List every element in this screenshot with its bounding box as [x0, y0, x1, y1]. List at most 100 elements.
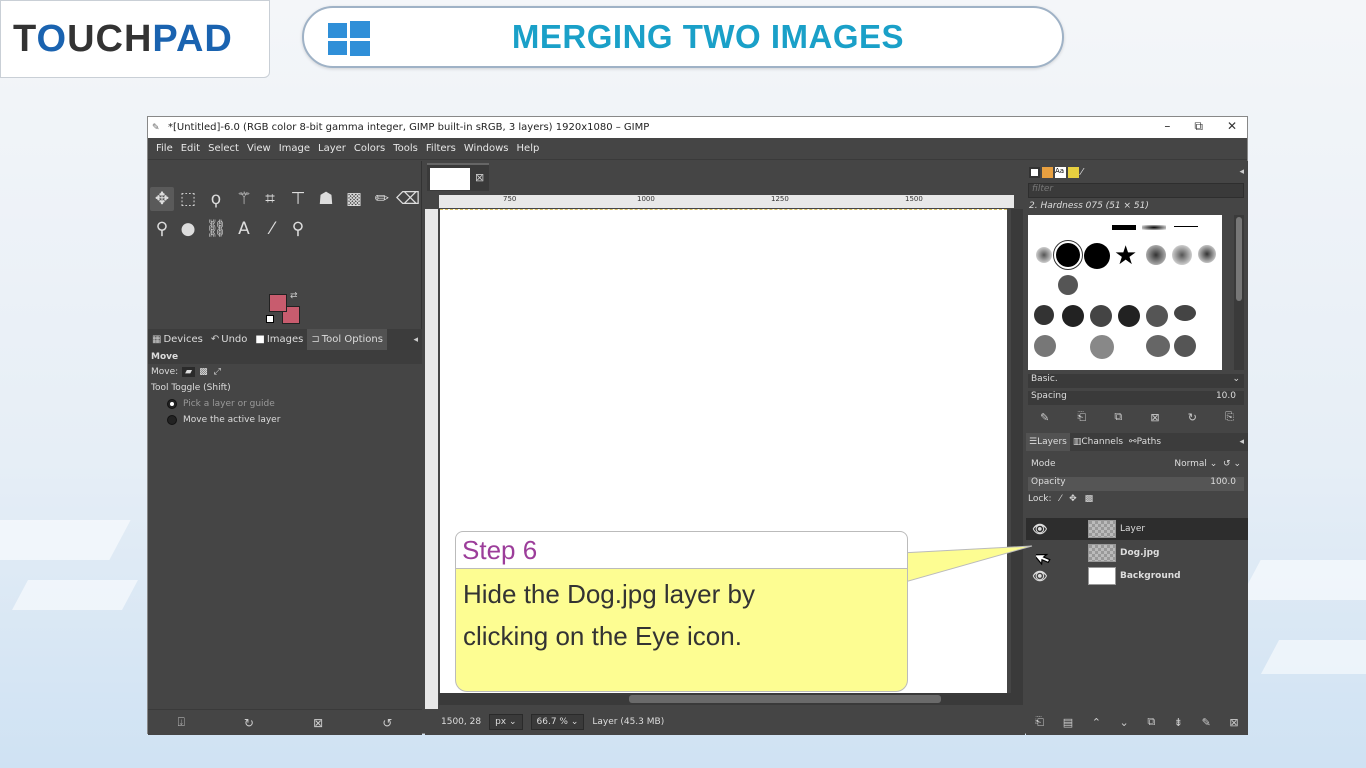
brush-swatch[interactable]: [1198, 245, 1216, 263]
tab-layers[interactable]: ☰ Layers: [1026, 433, 1070, 451]
foreground-color[interactable]: [269, 294, 287, 312]
text-tool-icon[interactable]: A: [232, 217, 256, 241]
radio-pick-layer[interactable]: [167, 399, 177, 409]
brush-swatch[interactable]: [1118, 305, 1140, 327]
brush-star-icon[interactable]: ★: [1114, 241, 1137, 271]
unit-select[interactable]: px ⌄: [489, 714, 523, 730]
crop-tool-icon[interactable]: ⌗: [258, 187, 282, 211]
new-group-icon[interactable]: ▤: [1063, 716, 1073, 729]
menu-select[interactable]: Select: [204, 143, 243, 154]
merge-layer-icon[interactable]: ⇟: [1174, 716, 1183, 729]
lock-position-icon[interactable]: ✥: [1069, 494, 1077, 504]
menu-file[interactable]: File: [152, 143, 177, 154]
horizontal-scrollbar[interactable]: [439, 693, 1011, 705]
save-options-icon[interactable]: ⍗: [178, 715, 185, 730]
dynamics-tab-icon[interactable]: ⁄: [1081, 167, 1083, 178]
paintbrush-tool-icon[interactable]: ✏: [370, 187, 394, 211]
move-tool-icon[interactable]: ✥: [150, 187, 174, 211]
brush-filter-input[interactable]: filter: [1028, 183, 1244, 198]
lock-alpha-icon[interactable]: ▩: [1085, 494, 1094, 504]
dock-menu-icon[interactable]: ◂: [1239, 167, 1244, 177]
tab-undo[interactable]: ↶ Undo: [207, 329, 252, 350]
menu-edit[interactable]: Edit: [177, 143, 204, 154]
brush-scroll-thumb[interactable]: [1236, 217, 1242, 301]
minimize-button[interactable]: –: [1164, 119, 1170, 134]
delete-brush-icon[interactable]: ⊠: [1150, 411, 1159, 424]
move-active-layer-option[interactable]: Move the active layer: [148, 412, 422, 428]
eye-icon[interactable]: 👁: [1026, 569, 1054, 583]
clone-tool-icon[interactable]: ⚲: [150, 217, 174, 241]
image-tab[interactable]: ⊠: [427, 163, 489, 191]
brush-swatch[interactable]: [1174, 305, 1196, 321]
edit-brush-icon[interactable]: ✎: [1040, 411, 1049, 424]
menu-windows[interactable]: Windows: [460, 143, 513, 154]
delete-options-icon[interactable]: ⊠: [313, 716, 323, 730]
tab-paths[interactable]: ⚯ Paths: [1126, 433, 1164, 451]
brush-swatch[interactable]: [1036, 247, 1052, 263]
document-history-icon[interactable]: [1068, 166, 1079, 178]
brush-swatch[interactable]: [1090, 305, 1112, 327]
raise-layer-icon[interactable]: ⌃: [1092, 716, 1101, 729]
eye-icon[interactable]: 👁: [1026, 522, 1054, 536]
lock-pixels-icon[interactable]: ⁄: [1060, 494, 1062, 504]
menu-colors[interactable]: Colors: [350, 143, 389, 154]
brush-swatch[interactable]: [1062, 305, 1084, 327]
transform-tool-icon[interactable]: ⊤: [286, 187, 310, 211]
move-layer-icon[interactable]: ▰: [182, 367, 196, 377]
menu-view[interactable]: View: [243, 143, 275, 154]
scroll-thumb[interactable]: [629, 695, 941, 703]
warp-tool-icon[interactable]: ☗: [314, 187, 338, 211]
zoom-tool-icon[interactable]: ⚲: [286, 217, 310, 241]
mode-select[interactable]: Normal ⌄ ↺ ⌄: [1174, 459, 1241, 469]
move-selection-icon[interactable]: ▩: [199, 367, 208, 377]
new-layer-icon[interactable]: ⎗: [1035, 715, 1044, 729]
fuzzy-select-tool-icon[interactable]: ⚚: [232, 187, 256, 211]
brush-line-swatch[interactable]: [1174, 226, 1198, 227]
brush-swatch[interactable]: [1174, 335, 1196, 357]
gradient-tool-icon[interactable]: ▩: [342, 187, 366, 211]
move-path-icon[interactable]: ⤢: [214, 367, 221, 377]
eraser-tool-icon[interactable]: ⌫: [396, 187, 420, 211]
open-brush-icon[interactable]: ⎘: [1225, 410, 1234, 424]
delete-layer-icon[interactable]: ⊠: [1229, 716, 1238, 729]
dock-menu-icon[interactable]: ◂: [1239, 437, 1244, 447]
brush-swatch[interactable]: [1146, 245, 1166, 265]
brush-swatch[interactable]: [1058, 275, 1078, 295]
tab-images[interactable]: ■ Images: [251, 329, 307, 350]
brush-line-swatch[interactable]: [1142, 225, 1166, 230]
paths-tool-icon[interactable]: ⛓: [204, 217, 228, 241]
default-colors-icon[interactable]: [266, 315, 274, 323]
refresh-brushes-icon[interactable]: ↻: [1188, 411, 1197, 424]
restore-button[interactable]: ⧉: [1194, 119, 1203, 134]
duplicate-layer-icon[interactable]: ⧉: [1147, 715, 1155, 729]
duplicate-brush-icon[interactable]: ⧉: [1114, 410, 1122, 424]
spacing-slider[interactable]: Spacing 10.0: [1028, 391, 1244, 405]
radio-move-active[interactable]: [167, 415, 177, 425]
opacity-slider[interactable]: Opacity 100.0: [1028, 477, 1244, 491]
fonts-tab-icon[interactable]: Aa: [1055, 166, 1066, 178]
dock-menu-icon[interactable]: ◂: [413, 335, 418, 345]
tab-channels[interactable]: ▥ Channels: [1070, 433, 1126, 451]
brushes-tab-icon[interactable]: [1029, 166, 1040, 178]
brush-swatch[interactable]: [1146, 305, 1168, 327]
tab-tool-options[interactable]: ⊐ Tool Options: [307, 329, 387, 350]
close-button[interactable]: ✕: [1227, 119, 1237, 134]
patterns-tab-icon[interactable]: [1042, 166, 1053, 178]
tab-devices[interactable]: ▦ Devices: [148, 329, 207, 350]
menu-layer[interactable]: Layer: [314, 143, 350, 154]
new-brush-icon[interactable]: ⎗: [1077, 410, 1086, 424]
color-swatches[interactable]: ⇄: [266, 291, 306, 331]
brush-scrollbar[interactable]: [1234, 215, 1244, 370]
layer-row[interactable]: 👁 Layer: [1026, 518, 1248, 540]
close-image-tab-icon[interactable]: ⊠: [475, 171, 484, 184]
smudge-tool-icon[interactable]: ●: [176, 217, 200, 241]
brush-swatch[interactable]: [1084, 243, 1110, 269]
restore-options-icon[interactable]: ↻: [244, 716, 254, 730]
brush-swatch[interactable]: [1034, 305, 1054, 325]
menu-filters[interactable]: Filters: [422, 143, 460, 154]
color-picker-tool-icon[interactable]: ⁄: [260, 217, 284, 241]
zoom-select[interactable]: 66.7 % ⌄: [530, 714, 585, 730]
brush-grid[interactable]: ★: [1028, 215, 1222, 370]
reset-options-icon[interactable]: ↺: [382, 716, 392, 730]
menu-help[interactable]: Help: [513, 143, 544, 154]
